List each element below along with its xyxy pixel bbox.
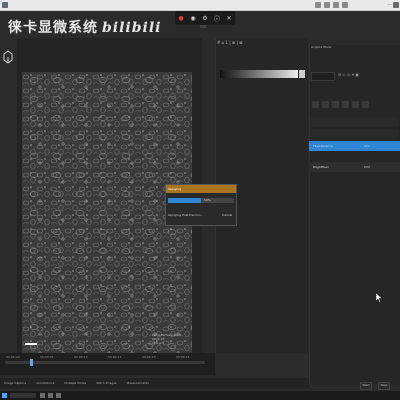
progress-dialog: Applying 50% Applying Post-Deconv... Can… — [165, 184, 237, 226]
channel-row-active[interactable]: Fluorescence Ch1 — [309, 141, 400, 151]
status-item[interactable]: Annotations — [36, 381, 54, 385]
tool-icon[interactable] — [312, 101, 319, 108]
mid-panel-tabs[interactable]: # ⌂ 1 | ⊞ | ⊠ — [217, 40, 242, 45]
panel-header: Acquire Mode — [311, 45, 332, 49]
image-info-line: 100 µm — [152, 341, 164, 345]
channel-value: Ch1 — [364, 144, 370, 148]
timeline-track[interactable] — [5, 361, 205, 364]
tool-icons — [312, 101, 369, 108]
record-icon[interactable]: ● — [178, 15, 185, 22]
image-info: Leica Microsystems 2022-03 100 µm — [152, 333, 181, 345]
status-item[interactable]: Multiple Slides — [64, 381, 86, 385]
progress-fill — [168, 198, 201, 203]
mode-options[interactable]: ⊞ ◇ ◎ ⌖ ▣ — [338, 72, 359, 77]
status-item[interactable]: Measurements — [127, 381, 149, 385]
app-icon — [2, 2, 8, 8]
toolbar-handle[interactable] — [200, 25, 206, 28]
app-icon[interactable] — [56, 393, 61, 398]
channel-label: Brightfield — [313, 165, 329, 169]
dialog-title: Applying — [168, 187, 182, 191]
tool-icon[interactable] — [322, 101, 329, 108]
lut-handle[interactable] — [299, 70, 305, 78]
volume-icon[interactable] — [324, 2, 330, 8]
timeline-tick: 00:00:25 — [176, 355, 190, 359]
watermark-text: 徕卡显微系统 — [8, 20, 98, 36]
notification-icon[interactable] — [393, 2, 399, 8]
cube-icon[interactable] — [2, 46, 14, 76]
title-bar: ... — [0, 0, 400, 11]
settings-icon[interactable]: ⚙ — [202, 15, 209, 22]
progress-percent: 50% — [204, 198, 211, 202]
system-tray — [315, 2, 348, 8]
close-icon[interactable]: ✕ — [226, 15, 233, 22]
status-item[interactable]: Stitch Images — [96, 381, 117, 385]
taskbar — [0, 391, 400, 400]
start-icon[interactable] — [2, 393, 7, 398]
channel-value: Ch2 — [364, 165, 370, 169]
bilibili-logo: bilibili — [102, 20, 162, 36]
timeline-thumb[interactable] — [30, 359, 33, 366]
status-item[interactable]: Image Capture — [4, 381, 26, 385]
mode-select[interactable] — [311, 72, 335, 81]
tool-icon[interactable] — [332, 101, 339, 108]
bottom-status-bar: Image Capture Annotations Multiple Slide… — [0, 378, 310, 388]
camera-icon[interactable]: ◉ — [190, 15, 197, 22]
lut-gradient[interactable] — [220, 70, 298, 78]
wifi-icon[interactable] — [315, 2, 321, 8]
channel-row[interactable]: Brightfield Ch2 — [309, 162, 400, 172]
scale-bar — [25, 343, 37, 345]
timeline: 00:00:00 00:00:05 00:00:10 00:00:15 00:0… — [0, 353, 215, 375]
taskbar-apps — [40, 393, 61, 398]
battery-icon[interactable] — [333, 2, 339, 8]
capture-toolbar: ● ◉ ⚙ ⓘ ✕ — [175, 11, 235, 25]
dialog-header: Applying — [166, 185, 236, 193]
clock: ... — [387, 1, 392, 7]
ime-icon[interactable] — [342, 2, 348, 8]
timeline-tick: 00:00:00 — [6, 355, 20, 359]
stop-button[interactable]: Stop — [378, 382, 390, 390]
timeline-tick: 00:00:10 — [74, 355, 88, 359]
column-headers — [310, 129, 398, 138]
cancel-button[interactable]: Cancel — [222, 213, 232, 217]
taskbar-search[interactable] — [10, 393, 36, 398]
timeline-tick: 00:00:05 — [40, 355, 54, 359]
channel-label: Fluorescence — [313, 144, 333, 148]
timeline-tick: 00:00:20 — [142, 355, 156, 359]
tool-icon[interactable] — [342, 101, 349, 108]
info-icon[interactable]: ⓘ — [214, 15, 221, 23]
tool-icon[interactable] — [352, 101, 359, 108]
start-button[interactable]: Start — [360, 382, 372, 390]
app-icon[interactable] — [40, 393, 45, 398]
section-header — [310, 118, 398, 127]
mouse-cursor-icon — [375, 288, 383, 303]
dialog-status: Applying Post-Deconv... — [168, 213, 204, 217]
app-icon[interactable] — [48, 393, 53, 398]
tool-icon[interactable] — [362, 101, 369, 108]
acquisition-panel — [309, 45, 400, 385]
timeline-tick: 00:00:15 — [108, 355, 122, 359]
watermark: 徕卡显微系统 bilibili — [8, 17, 162, 37]
